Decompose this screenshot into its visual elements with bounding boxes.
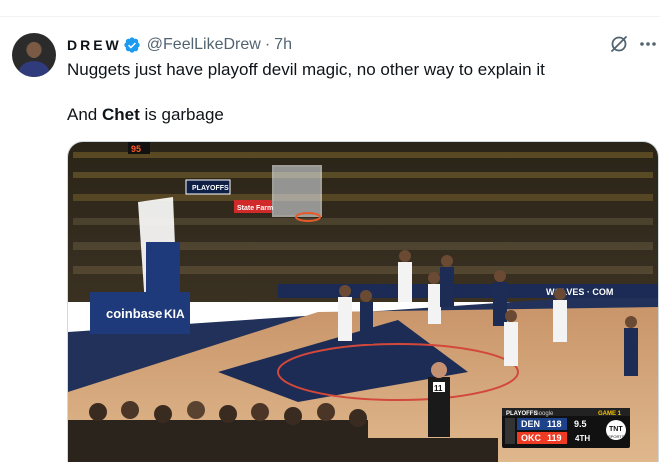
network-sub: SPORTS bbox=[608, 434, 625, 439]
post-text-line-2: And Chet is garbage bbox=[67, 104, 224, 126]
separator-dot: · bbox=[264, 36, 271, 53]
team2-score: 119 bbox=[547, 433, 562, 443]
verified-badge-icon bbox=[124, 37, 140, 53]
team1-name: DEN bbox=[521, 419, 540, 429]
team1-score: 118 bbox=[547, 419, 562, 429]
post-timestamp[interactable]: 7h bbox=[274, 36, 292, 54]
kia-sponsor: KIA bbox=[164, 307, 185, 321]
post-header: DREW @FeelLikeDrew · 7h bbox=[67, 35, 292, 55]
playoffs-board-text: PLAYOFFS bbox=[192, 185, 229, 192]
more-icon[interactable] bbox=[638, 34, 658, 54]
nba-logo bbox=[505, 418, 515, 444]
state-farm-text: State Farm bbox=[237, 205, 273, 212]
shot-clock-value: 95 bbox=[131, 144, 141, 154]
post-text-line-1: Nuggets just have playoff devil magic, n… bbox=[67, 60, 545, 79]
author-handle[interactable]: @FeelLikeDrew bbox=[147, 36, 261, 54]
grok-icon[interactable] bbox=[609, 34, 629, 54]
post-text-bold-name: Chet bbox=[101, 105, 140, 124]
referee-number: 11 bbox=[434, 384, 443, 393]
network-name: TNT bbox=[609, 426, 623, 433]
author-display-name[interactable]: DREW bbox=[67, 37, 122, 53]
score-bug-sponsor: Google bbox=[534, 411, 554, 417]
avatar[interactable] bbox=[12, 33, 56, 77]
score-bug-header: PLAYOFFS bbox=[506, 411, 537, 417]
coinbase-sponsor: coinbase bbox=[106, 306, 162, 321]
score-bug: PLAYOFFS Google GAME 1 DEN 118 OKC 119 9… bbox=[502, 408, 630, 448]
post-text-suffix: is garbage bbox=[139, 105, 224, 124]
backboard bbox=[272, 165, 322, 217]
previous-post-divider bbox=[0, 0, 660, 17]
team2-name: OKC bbox=[521, 433, 542, 443]
video-player[interactable]: WOLVES · COM coinbase KIA State Farm PLA… bbox=[67, 141, 659, 462]
video-frame: WOLVES · COM coinbase KIA State Farm PLA… bbox=[68, 142, 658, 462]
post-article[interactable]: DREW @FeelLikeDrew · 7h Nuggets just hav… bbox=[0, 16, 660, 462]
post-text-prefix: And bbox=[67, 105, 102, 124]
score-bug-game: GAME 1 bbox=[598, 411, 622, 417]
game-period: 4TH bbox=[575, 434, 590, 443]
game-clock: 9.5 bbox=[574, 419, 587, 429]
